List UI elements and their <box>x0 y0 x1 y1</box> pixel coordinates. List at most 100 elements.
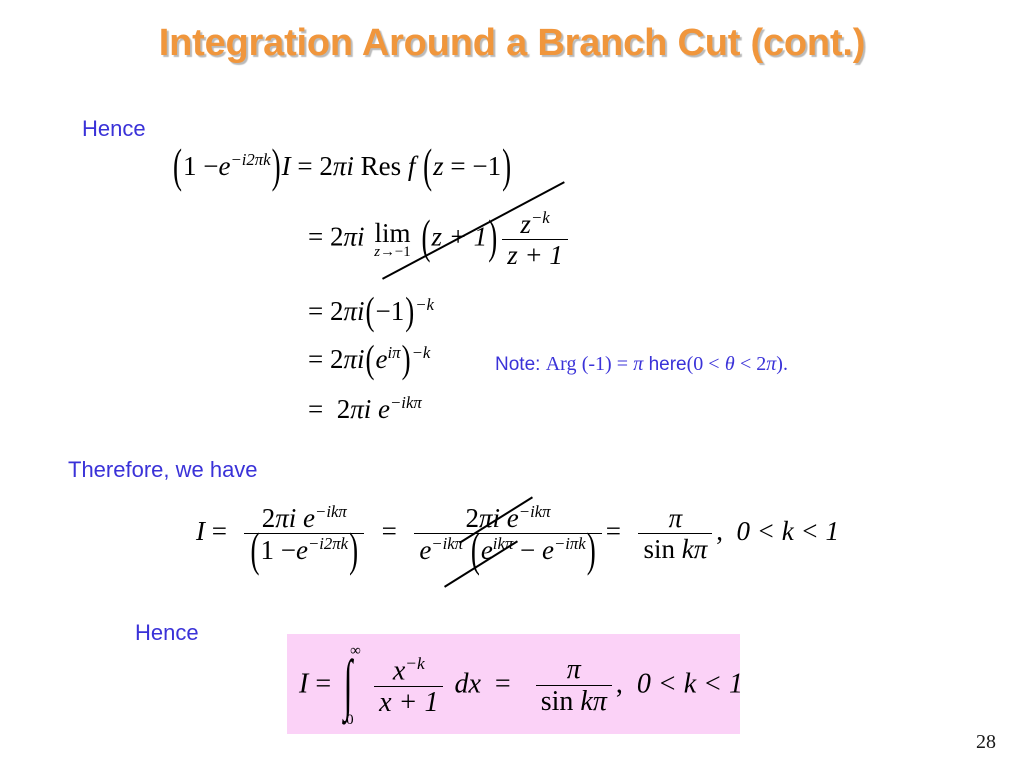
eq6-f2-numerator: 2πi e−ikπ <box>414 502 602 534</box>
eq6-f2-den-minus: − <box>520 535 536 565</box>
final-res-num-pi: π <box>566 654 581 685</box>
eq2-num-exponent: −k <box>530 208 550 227</box>
equation-residue-identity: (1 −e−i2πk)I = 2πi Res f (z = −1) <box>172 142 512 189</box>
eq1-right-paren: ) <box>271 139 281 192</box>
eq6-f1-numerator: 2πi e−ikπ <box>244 502 365 534</box>
eq1-exponent: −i2πk <box>230 150 271 169</box>
eq3-two: 2 <box>329 296 344 326</box>
eq2-two: 2 <box>329 221 344 252</box>
note-pi: π <box>633 353 644 375</box>
note-range-close: < 2 <box>739 353 767 375</box>
eq6-f2-num-pi: π <box>479 503 493 533</box>
eq1-f: f <box>407 151 416 181</box>
final-integrand-numerator: x−k <box>374 653 444 688</box>
eq4-equals: = <box>308 344 324 374</box>
equation-solve-for-I: I = 2πi e−ikπ (1 −e−i2πk) = 2πi e−ikπ e−… <box>196 496 839 588</box>
eq6-f2-num-e: e <box>506 503 519 533</box>
note-prefix: Note: <box>495 354 541 375</box>
eq2-z-plus-one: z + 1 <box>431 221 488 252</box>
eq6-f1-den-one-minus: 1 − <box>260 535 296 565</box>
label-therefore: Therefore, we have <box>68 457 258 482</box>
eq1-I: I <box>281 151 291 181</box>
eq1-e: e <box>218 151 231 181</box>
eq3-left-paren: ( <box>365 289 375 333</box>
limit-operator: lim z→−1 <box>374 217 411 260</box>
eq2-right-paren: ) <box>488 210 498 263</box>
note-range-end: ). <box>776 353 788 375</box>
eq3-minus-one: −1 <box>375 296 405 326</box>
final-res-den-k: k <box>580 686 593 717</box>
eq6-equals-3: = <box>605 516 621 547</box>
eq4-two: 2 <box>329 344 344 374</box>
eq6-f1-denominator: (1 −e−i2πk) <box>244 526 364 573</box>
eq6-f1-num-i: i <box>288 503 297 533</box>
label-hence-second: Hence <box>135 620 199 645</box>
eq3-i: i <box>357 296 365 326</box>
final-num-exponent: −k <box>405 653 425 673</box>
eq6-fraction-2: 2πi e−ikπ e−ikπ (eikπ − e−iπk) <box>414 502 602 573</box>
eq4-i: i <box>357 344 365 374</box>
note-here: here <box>648 354 687 375</box>
eq6-f2-num-i: i <box>492 503 501 533</box>
eq1-left-paren: ( <box>173 139 182 192</box>
eq1-i: i <box>346 151 354 181</box>
eq1-z: z <box>433 151 444 181</box>
eq1-arg-left-paren: ( <box>423 139 433 192</box>
eq5-i: i <box>363 394 372 424</box>
eq3-equals: = <box>308 296 324 326</box>
eq6-f1-num-exponent: −ikπ <box>315 502 347 521</box>
eq3-exponent: −k <box>415 295 434 314</box>
eq6-f2-den-lparen: ( <box>470 523 480 576</box>
final-res-den-sin: sin <box>540 686 574 717</box>
eq2-equals: = <box>308 221 324 252</box>
eq1-arg-right-paren: ) <box>502 139 512 192</box>
limit-subscript: z→−1 <box>374 243 411 260</box>
equation-exponential-form: = 2πi(eiπ)−k <box>308 339 430 378</box>
eq6-fraction-3: π sin kπ <box>638 505 713 563</box>
eq6-f2-den-exponent2: −iπk <box>553 534 586 553</box>
eq5-e: e <box>378 394 391 424</box>
eq1-arg-equals: = <box>450 151 466 181</box>
page-title: Integration Around a Branch Cut (cont.) <box>158 22 866 64</box>
eq4-e: e <box>375 344 388 374</box>
note-theta: θ <box>724 353 735 375</box>
eq2-num-z: z <box>520 209 531 239</box>
eq6-f3-denominator: sin kπ <box>638 534 712 563</box>
note-range-pi: π <box>766 353 777 375</box>
final-res-den-pi: π <box>592 686 607 717</box>
eq4-pi: π <box>343 344 358 374</box>
final-result-denominator: sin kπ <box>536 686 612 716</box>
eq1-res: Res <box>360 151 402 181</box>
eq6-equals-2: = <box>381 516 397 547</box>
eq1-equals: = <box>297 151 313 181</box>
eq2-numerator: z−k <box>502 208 568 240</box>
eq6-f1-den-e: e <box>295 535 308 565</box>
eq6-f1-den-lparen: ( <box>250 523 260 576</box>
final-integrand-fraction: x−k x + 1 <box>374 653 444 717</box>
eq1-one-minus: 1 − <box>183 151 219 181</box>
eq6-f3-den-pi: π <box>693 534 708 564</box>
eq6-f2-den-exponent: −ikπ <box>431 534 464 553</box>
eq6-f2-den-e2: e <box>542 535 554 565</box>
eq6-f2-num-exponent: −ikπ <box>518 502 551 521</box>
equation-residue-final: = 2πi e−ikπ <box>308 394 422 424</box>
integral-sign-icon: ∫ <box>343 647 353 722</box>
eq2-denominator: z + 1 <box>502 240 568 269</box>
eq5-pi: π <box>350 394 364 424</box>
result-highlight-box: I = ∞ ∫ 0 x−k x + 1 dx = π sin kπ , 0 < … <box>287 634 743 734</box>
limit-sub-arrow: → <box>380 243 395 260</box>
eq1-minus-one: −1 <box>472 151 502 181</box>
note-range-open: (0 < <box>686 353 720 375</box>
eq6-f1-num-e: e <box>303 503 316 533</box>
integral-lower-limit: 0 <box>346 712 354 728</box>
eq6-f3-den-k: k <box>681 534 694 564</box>
final-I: I <box>299 668 309 700</box>
note-annotation: Note: Arg (-1) = π here(0 < θ < 2π). <box>495 353 788 376</box>
limit-label: lim <box>374 217 411 248</box>
eq6-f2-den-exponent1: ikπ <box>492 534 514 553</box>
limit-sub-target: −1 <box>394 243 411 260</box>
integral-operator: ∞ ∫ 0 <box>342 644 368 728</box>
label-hence-first: Hence <box>82 116 146 141</box>
eq6-condition: 0 < k < 1 <box>736 516 839 547</box>
eq1-two: 2 <box>319 151 333 181</box>
